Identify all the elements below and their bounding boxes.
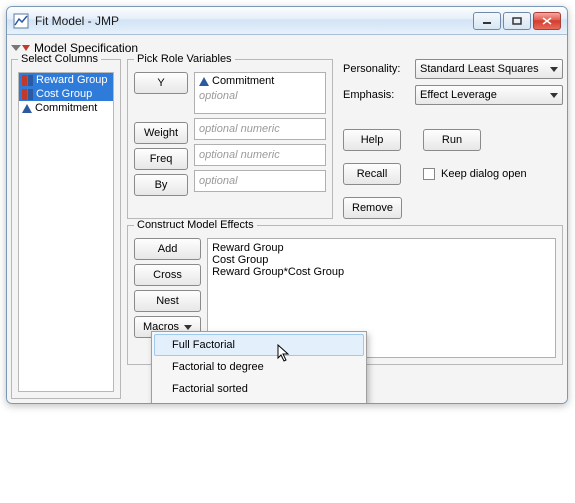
app-icon xyxy=(13,13,29,29)
role-variables-panel: Pick Role Variables Y Weight Freq By xyxy=(127,59,333,219)
emphasis-dropdown[interactable]: Effect Leverage xyxy=(415,85,563,105)
disclosure-icon xyxy=(11,45,21,51)
weight-button[interactable]: Weight xyxy=(134,122,188,144)
cursor-icon xyxy=(277,344,291,364)
effect-item[interactable]: Reward Group*Cost Group xyxy=(212,266,551,278)
column-item[interactable]: Reward Group xyxy=(19,73,113,87)
minimize-button[interactable] xyxy=(473,12,501,30)
personality-value: Standard Least Squares xyxy=(420,63,539,75)
cross-button[interactable]: Cross xyxy=(134,264,201,286)
nest-button[interactable]: Nest xyxy=(134,290,201,312)
personality-label: Personality: xyxy=(343,63,409,75)
maximize-button[interactable] xyxy=(503,12,531,30)
recall-button[interactable]: Recall xyxy=(343,163,401,185)
options-column: Personality: Standard Least Squares Emph… xyxy=(343,59,563,219)
column-name: Reward Group xyxy=(36,74,108,86)
roles-label: Pick Role Variables xyxy=(134,53,235,65)
freq-placeholder: optional numeric xyxy=(199,149,280,161)
select-columns-label: Select Columns xyxy=(18,53,101,65)
column-item[interactable]: Commitment xyxy=(19,101,113,115)
hotspot-icon[interactable] xyxy=(22,45,30,51)
y-field[interactable]: Commitment optional xyxy=(194,72,326,114)
columns-list[interactable]: Reward Group Cost Group Commitment xyxy=(18,72,114,392)
effect-item[interactable]: Reward Group xyxy=(212,242,551,254)
menu-item-factorial-sorted[interactable]: Factorial sorted xyxy=(154,378,364,400)
menu-item-factorial-degree[interactable]: Factorial to degree xyxy=(154,356,364,378)
menu-item-response-surface[interactable]: Response Surface xyxy=(154,400,364,404)
weight-field[interactable]: optional numeric xyxy=(194,118,326,140)
menu-item-full-factorial[interactable]: Full Factorial xyxy=(154,334,364,356)
nominal-icon xyxy=(22,89,33,100)
close-button[interactable] xyxy=(533,12,561,30)
keep-open-checkbox[interactable] xyxy=(423,168,435,180)
column-item[interactable]: Cost Group xyxy=(19,87,113,101)
personality-dropdown[interactable]: Standard Least Squares xyxy=(415,59,563,79)
column-name: Commitment xyxy=(35,102,97,114)
freq-button[interactable]: Freq xyxy=(134,148,188,170)
keep-open-label: Keep dialog open xyxy=(441,168,527,180)
add-button[interactable]: Add xyxy=(134,238,201,260)
column-name: Cost Group xyxy=(36,88,92,100)
y-placeholder: optional xyxy=(199,90,238,102)
y-button[interactable]: Y xyxy=(134,72,188,94)
y-value: Commitment xyxy=(212,75,274,87)
run-button[interactable]: Run xyxy=(423,129,481,151)
nominal-icon xyxy=(22,75,33,86)
macros-menu: Full Factorial Factorial to degree Facto… xyxy=(151,331,367,404)
freq-field[interactable]: optional numeric xyxy=(194,144,326,166)
help-button[interactable]: Help xyxy=(343,129,401,151)
select-columns-panel: Select Columns Reward Group Cost Group C… xyxy=(11,59,121,399)
fit-model-window: Fit Model - JMP Model Specification Sele… xyxy=(6,6,568,404)
continuous-icon xyxy=(199,77,209,86)
by-field[interactable]: optional xyxy=(194,170,326,192)
titlebar[interactable]: Fit Model - JMP xyxy=(7,7,567,35)
continuous-icon xyxy=(22,104,32,113)
by-placeholder: optional xyxy=(199,175,238,187)
effect-item[interactable]: Cost Group xyxy=(212,254,551,266)
weight-placeholder: optional numeric xyxy=(199,123,280,135)
emphasis-label: Emphasis: xyxy=(343,89,409,101)
remove-button[interactable]: Remove xyxy=(343,197,402,219)
window-title: Fit Model - JMP xyxy=(35,14,473,28)
emphasis-value: Effect Leverage xyxy=(420,89,497,101)
by-button[interactable]: By xyxy=(134,174,188,196)
